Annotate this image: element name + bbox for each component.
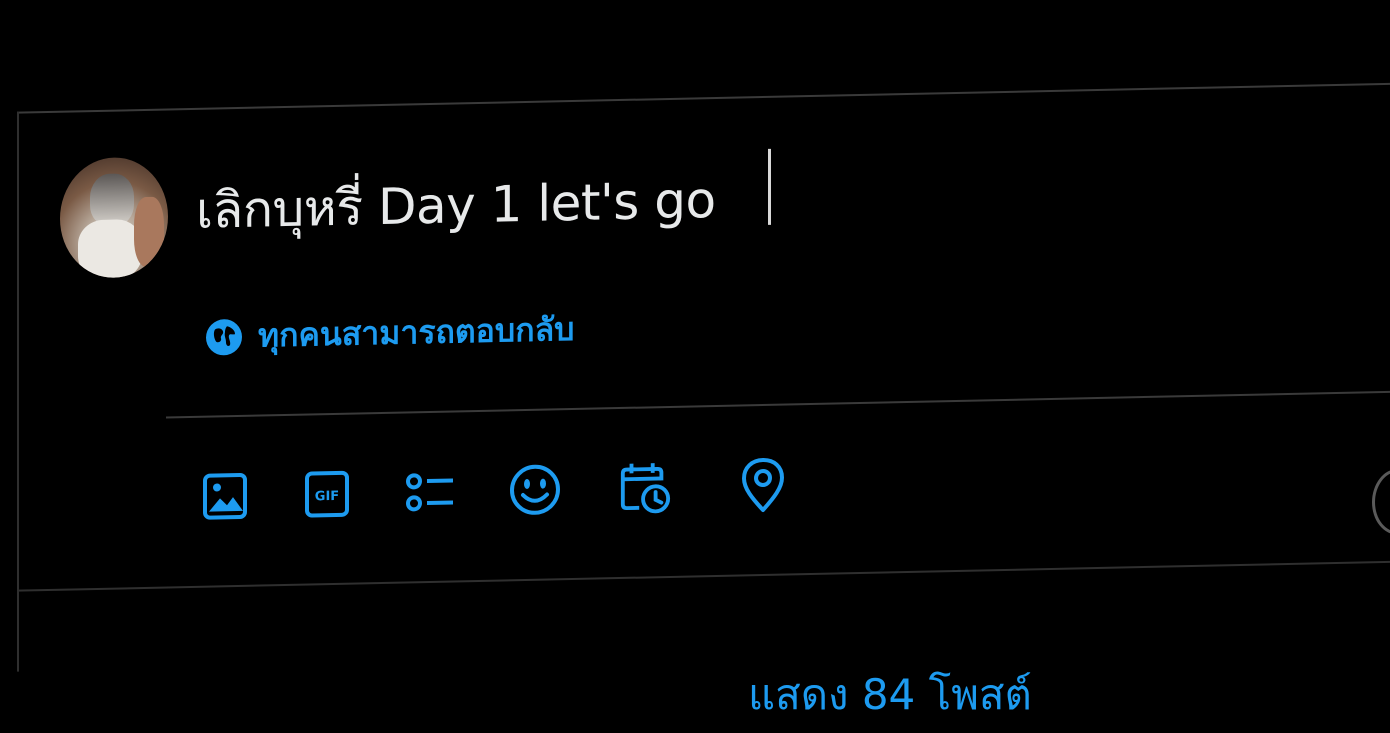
avatar[interactable] (60, 156, 168, 279)
globe-icon (206, 318, 242, 355)
poll-icon (406, 473, 453, 512)
location-icon (742, 458, 784, 513)
gif-icon: GIF (305, 470, 349, 518)
schedule-icon (620, 463, 671, 514)
avatar-dog-face (90, 173, 134, 227)
text-caret (768, 148, 771, 225)
composer-divider (166, 390, 1390, 419)
reply-setting-button[interactable]: ทุกคนสามารถตอบกลับ (204, 304, 574, 363)
avatar-arm (134, 196, 164, 268)
compose-panel: เลิกบุหรี่ Day 1 let's go ทุกคนสามารถตอบ… (0, 0, 1390, 733)
panel-border-left (17, 111, 19, 672)
compose-textbox[interactable]: เลิกบุหรี่ Day 1 let's go (196, 161, 716, 251)
schedule-button[interactable] (618, 458, 672, 517)
media-button[interactable] (198, 467, 252, 526)
character-counter-ring (1372, 468, 1390, 536)
screen: เลิกบุหรี่ Day 1 let's go ทุกคนสามารถตอบ… (0, 0, 1390, 733)
emoji-icon (510, 464, 560, 515)
emoji-button[interactable] (508, 460, 562, 519)
show-new-posts-link[interactable]: แสดง 84 โพสต์ (748, 662, 1032, 728)
gif-icon-label: GIF (315, 489, 339, 505)
composer-bottom-border (17, 560, 1390, 592)
image-icon (203, 472, 247, 520)
panel-border-top (17, 82, 1390, 114)
reply-setting-label: ทุกคนสามารถตอบกลับ (258, 309, 575, 355)
gif-button[interactable]: GIF (300, 465, 354, 524)
location-button[interactable] (736, 455, 790, 514)
poll-button[interactable] (402, 462, 456, 521)
avatar-dog-body (78, 219, 142, 279)
